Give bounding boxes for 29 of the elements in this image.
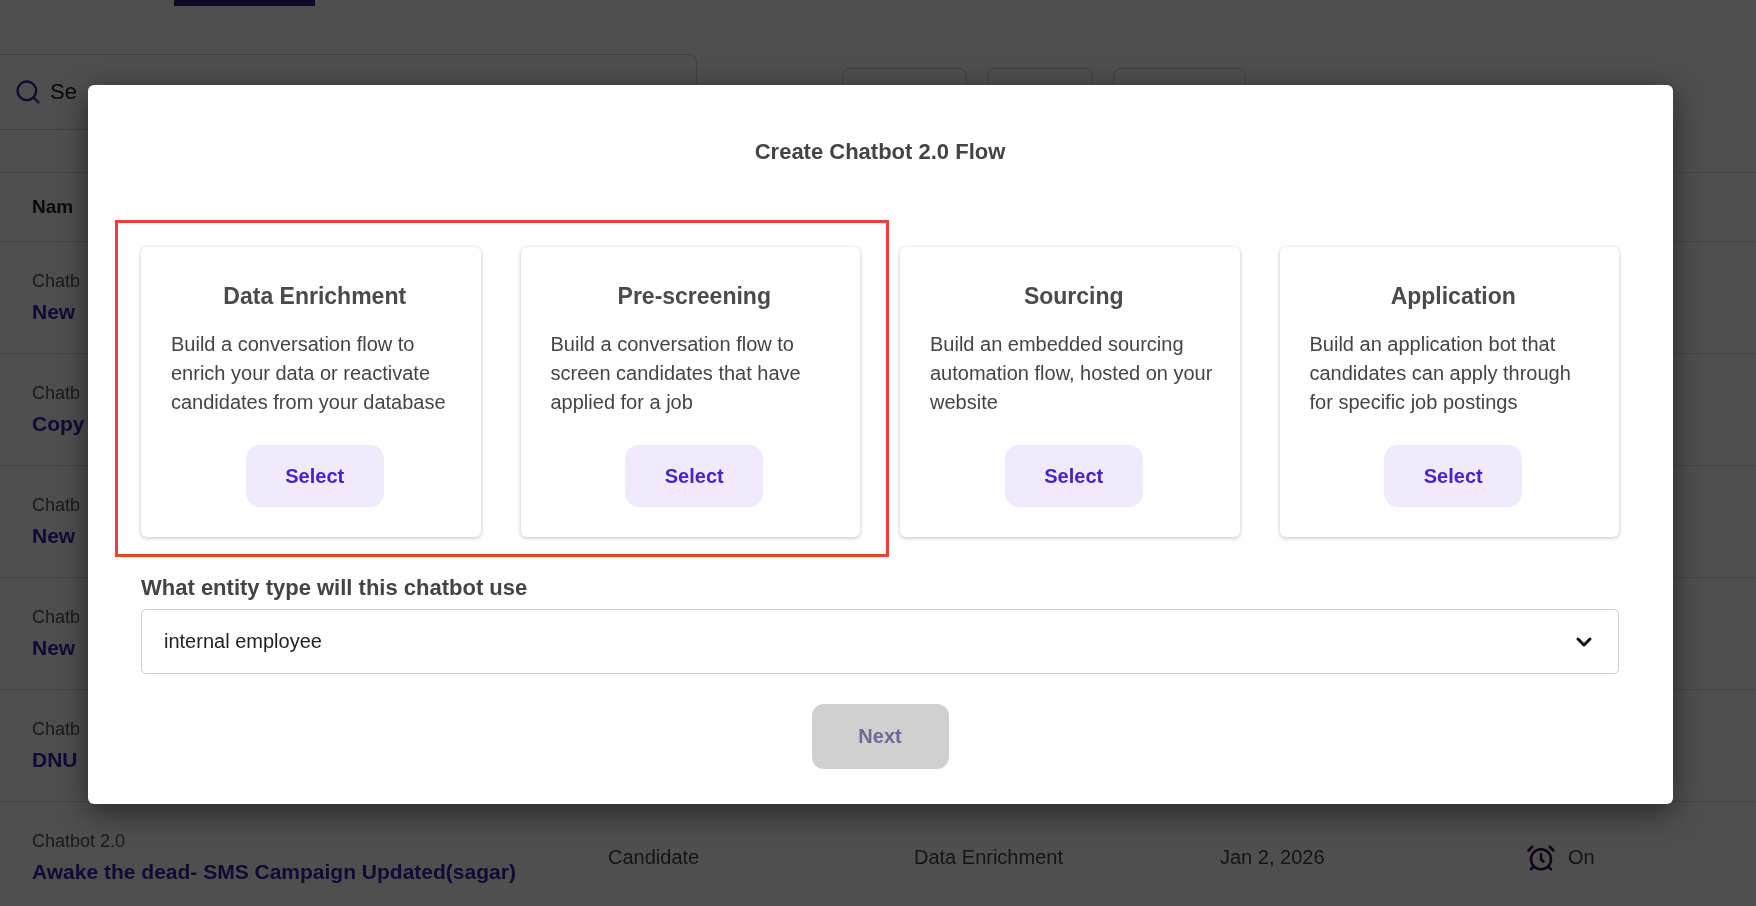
search-field[interactable]: Se xyxy=(50,79,250,105)
chatbot-name-link[interactable]: New xyxy=(32,636,76,660)
table-cell-text: Jan 2, 2026 xyxy=(1220,846,1326,869)
alarm-clock-icon xyxy=(1526,842,1556,873)
card-title: Data Enrichment xyxy=(223,283,407,310)
table-cell-text: Candidate xyxy=(608,846,701,869)
table-cell-text: Data Enrichment xyxy=(914,846,1064,869)
card-description: Build an application bot that candidates can apply through for specific job postings xyxy=(1309,332,1572,415)
chatbot-name-link[interactable]: New xyxy=(32,300,76,324)
select-button[interactable]: Select xyxy=(1384,445,1523,507)
select-button[interactable]: Select xyxy=(625,445,764,507)
chatbot-name-link[interactable]: New xyxy=(32,524,76,548)
chatbot-name-link[interactable]: DNU xyxy=(32,748,78,772)
card-description: Build a conversation flow to screen candidates that have applied for a job xyxy=(550,332,802,415)
status-text: On xyxy=(1568,846,1595,869)
select-button[interactable]: Select xyxy=(1004,445,1143,507)
search-icon xyxy=(14,78,42,106)
card-title: Application xyxy=(1390,283,1516,310)
entity-dropdown[interactable]: internal employee xyxy=(141,609,1619,674)
card-title: Sourcing xyxy=(1023,283,1124,310)
dialog-title: Create Chatbot 2.0 Flow xyxy=(754,139,1006,165)
chatbot-name-link[interactable]: Copy xyxy=(32,412,85,436)
chatbot-name-link[interactable]: Awake the dead- SMS Campaign Updated(sagar) xyxy=(32,860,516,884)
card-title: Pre-screening xyxy=(617,283,771,310)
column-header: Nam xyxy=(32,196,74,218)
card-description: Build an embedded sourcing automation flow, hosted on your website xyxy=(930,332,1214,415)
field-label: What entity type will this chatbot use xyxy=(141,575,529,601)
select-button[interactable]: Select xyxy=(245,445,384,507)
card-description: Build a conversation flow to enrich your data or reactivate candidates from your database xyxy=(171,332,447,415)
